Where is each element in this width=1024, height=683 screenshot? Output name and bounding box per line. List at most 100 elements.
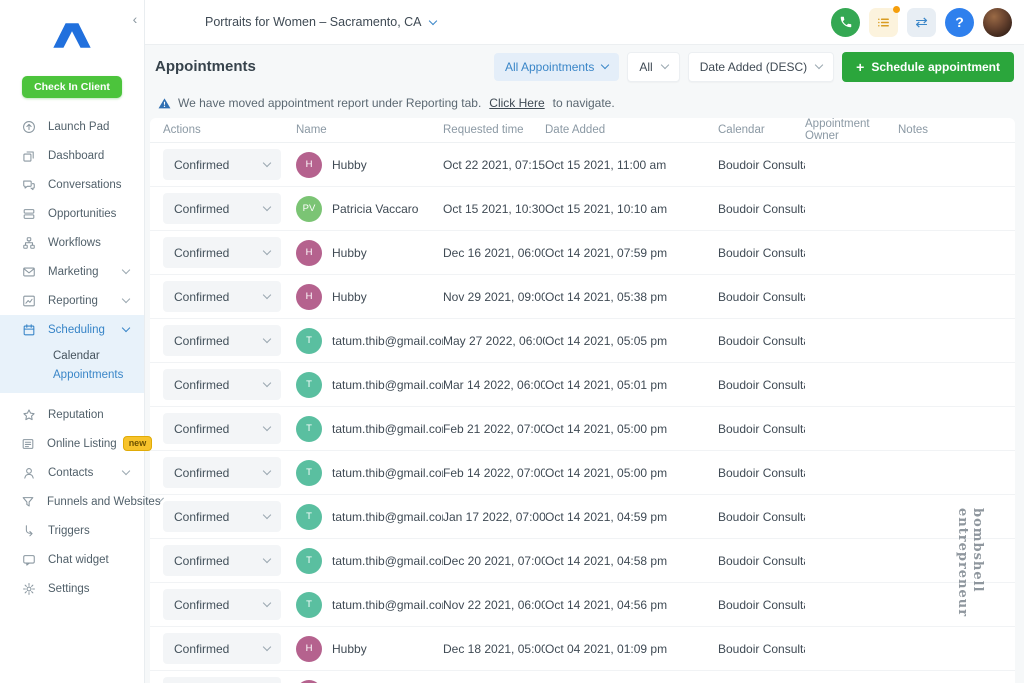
contact-name[interactable]: tatum.thib@gmail.com: [332, 554, 443, 568]
chevron-down-icon: [428, 16, 437, 25]
status-dropdown[interactable]: Confirmed: [163, 237, 281, 268]
schedule-appointment-button[interactable]: + Schedule appointment: [842, 51, 1014, 82]
avatar: T: [296, 547, 322, 574]
date-added: Oct 14 2021, 05:38 pm: [545, 289, 668, 304]
table-row: Confirmed PV Patricia Vaccaro Oct 15 202…: [150, 187, 1015, 231]
status-dropdown[interactable]: Confirmed: [163, 193, 281, 224]
status-dropdown[interactable]: Confirmed: [163, 501, 281, 532]
sidebar-item-reputation[interactable]: Reputation: [0, 400, 144, 429]
sort-dropdown[interactable]: Date Added (DESC): [687, 51, 835, 82]
table-row: Confirmed T tatum.thib@gmail.com Feb 14 …: [150, 451, 1015, 495]
status-dropdown[interactable]: Confirmed: [163, 545, 281, 576]
avatar: H: [296, 635, 322, 662]
status-dropdown[interactable]: Confirmed: [163, 325, 281, 356]
stacked-cards-icon: [21, 206, 36, 221]
top-bar: Portraits for Women – Sacramento, CA ⇄ ?: [145, 0, 1024, 45]
status-dropdown[interactable]: Confirmed: [163, 589, 281, 620]
column-header: Appointment Owner: [805, 118, 870, 142]
sidebar-item-appointments[interactable]: Appointments: [53, 369, 144, 381]
status-dropdown[interactable]: Confirmed: [163, 369, 281, 400]
contact-name[interactable]: Hubby: [332, 158, 367, 172]
contact-name[interactable]: tatum.thib@gmail.com: [332, 378, 443, 392]
sidebar-item-opportunities[interactable]: Opportunities: [0, 199, 144, 228]
contact-name[interactable]: tatum.thib@gmail.com: [332, 510, 443, 524]
sidebar-item-workflows[interactable]: Workflows: [0, 228, 144, 257]
phone-icon: [840, 16, 851, 28]
requested-time: Jan 17 2022, 07:00 am: [443, 509, 545, 524]
plus-icon: +: [856, 58, 865, 75]
main-area: Portraits for Women – Sacramento, CA ⇄ ?…: [145, 0, 1024, 683]
avatar: T: [296, 459, 322, 486]
chevron-down-icon: [121, 294, 131, 304]
contact-name[interactable]: tatum.thib@gmail.com: [332, 334, 443, 348]
phone-button[interactable]: [831, 7, 860, 37]
swap-arrows-icon: ⇄: [915, 14, 928, 31]
contact-name[interactable]: Hubby: [332, 642, 367, 656]
sidebar-collapse-button[interactable]: ‹: [126, 10, 144, 28]
sidebar-item-scheduling[interactable]: Scheduling: [0, 315, 144, 344]
contact-name[interactable]: tatum.thib@gmail.com: [332, 422, 443, 436]
sidebar-item-chat-widget[interactable]: Chat widget: [0, 545, 144, 574]
contact-name[interactable]: Hubby: [332, 290, 367, 304]
page-title: Appointments: [155, 58, 256, 75]
date-added: Oct 14 2021, 04:58 pm: [545, 553, 668, 568]
table-row: Confirmed T tatum.thib@gmail.com Feb 21 …: [150, 407, 1015, 451]
chevron-down-icon: [262, 422, 272, 432]
table-row: Confirmed T tatum.thib@gmail.com Nov 22 …: [150, 583, 1015, 627]
status-dropdown[interactable]: Confirmed: [163, 149, 281, 180]
check-in-client-button[interactable]: Check In Client: [22, 76, 122, 98]
avatar: T: [296, 371, 322, 398]
sidebar-item-dashboard[interactable]: Dashboard: [0, 141, 144, 170]
chevron-down-icon: [121, 466, 131, 476]
switch-button[interactable]: ⇄: [907, 7, 936, 37]
contact-name[interactable]: Hubby: [332, 246, 367, 260]
status-filter-dropdown[interactable]: All: [627, 51, 680, 82]
branch-icon: [21, 523, 36, 538]
dashboard-icon: [21, 148, 36, 163]
calendar-name: Boudoir Consultation: [718, 289, 805, 304]
funnel-icon: [21, 494, 35, 509]
envelope-icon: [21, 264, 36, 279]
status-dropdown[interactable]: Confirmed: [163, 281, 281, 312]
status-dropdown[interactable]: Confirmed: [163, 413, 281, 444]
rocket-icon: [21, 119, 36, 134]
contact-name[interactable]: tatum.thib@gmail.com: [332, 466, 443, 480]
status-dropdown[interactable]: Confirmed: [163, 677, 281, 683]
calendar-name: Boudoir Consultation: [718, 421, 805, 436]
sidebar-item-funnels-and-websites[interactable]: Funnels and Websites: [0, 487, 164, 516]
help-button[interactable]: ?: [945, 7, 974, 37]
appointments-filter-dropdown[interactable]: All Appointments: [494, 52, 620, 81]
contact-name[interactable]: Patricia Vaccaro: [332, 202, 418, 216]
chevron-down-icon: [814, 60, 824, 70]
avatar: H: [296, 151, 322, 178]
date-added: Oct 15 2021, 10:10 am: [545, 201, 668, 216]
sidebar-item-conversations[interactable]: Conversations: [0, 170, 144, 199]
location-switcher[interactable]: Portraits for Women – Sacramento, CA: [205, 15, 437, 29]
task-list-icon: [878, 17, 889, 27]
sidebar-item-settings[interactable]: Settings: [0, 574, 144, 603]
status-dropdown[interactable]: Confirmed: [163, 633, 281, 664]
date-added: Oct 14 2021, 05:00 pm: [545, 465, 668, 480]
user-avatar[interactable]: [983, 7, 1012, 37]
sidebar-item-marketing[interactable]: Marketing: [0, 257, 144, 286]
calendar-name: Boudoir Consultation: [718, 157, 805, 172]
sidebar-item-contacts[interactable]: Contacts: [0, 458, 144, 487]
sidebar-item-launch-pad[interactable]: Launch Pad: [0, 112, 144, 141]
sidebar-item-reporting[interactable]: Reporting: [0, 286, 144, 315]
calendar-name: Boudoir Consultation: [718, 597, 805, 612]
contact-name[interactable]: tatum.thib@gmail.com: [332, 598, 443, 612]
sidebar-item-calendar[interactable]: Calendar: [53, 350, 144, 362]
page-header: Appointments All Appointments All Date A…: [145, 45, 1024, 88]
status-dropdown[interactable]: Confirmed: [163, 457, 281, 488]
table-row: Confirmed H Hubby Dec 18 2021, 05:00 pm …: [150, 627, 1015, 671]
sidebar-item-triggers[interactable]: Triggers: [0, 516, 144, 545]
new-badge: new: [122, 436, 153, 451]
date-added: Oct 04 2021, 01:09 pm: [545, 641, 668, 656]
chevron-down-icon: [262, 246, 272, 256]
column-header: Name: [296, 124, 327, 136]
click-here-link[interactable]: Click Here: [489, 96, 544, 110]
sidebar-item-online-listing[interactable]: Online Listing new: [0, 429, 153, 458]
task-list-button[interactable]: [869, 5, 900, 37]
gear-icon: [21, 581, 36, 596]
chevron-down-icon: [262, 510, 272, 520]
